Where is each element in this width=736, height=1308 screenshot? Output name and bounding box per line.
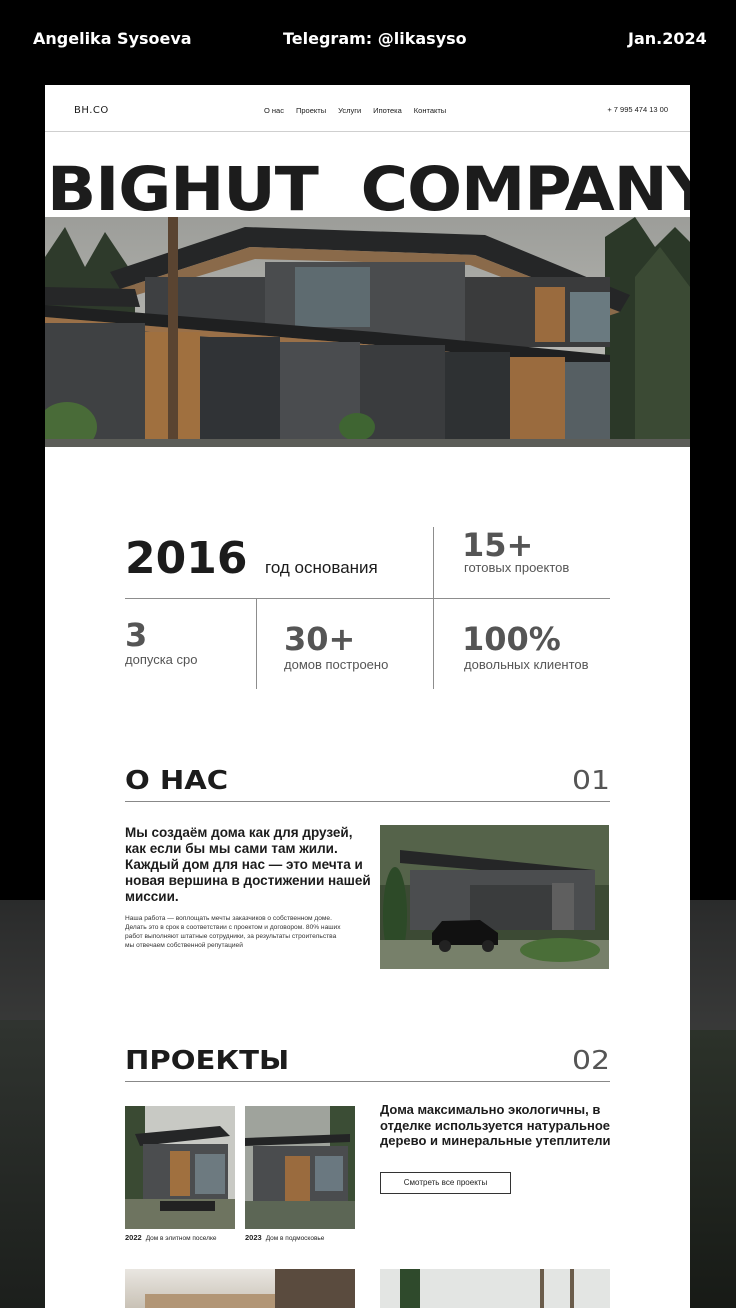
project-year-2: 2023 bbox=[245, 1233, 262, 1242]
website-page: BH.CO О нас Проекты Услуги Ипотека Конта… bbox=[45, 85, 690, 1308]
about-body-text: Наша работа — воплощать мечты заказчиков… bbox=[125, 915, 341, 949]
project-name-1: Дом в элитном поселке bbox=[145, 1235, 217, 1242]
project-year-1: 2022 bbox=[125, 1233, 142, 1242]
stat-value-sro: 3 bbox=[125, 616, 148, 654]
date-label: Jan.2024 bbox=[628, 29, 707, 48]
project-name-2: Дом в подмосковье bbox=[265, 1235, 325, 1242]
site-navbar: BH.CO О нас Проекты Услуги Ипотека Конта… bbox=[45, 85, 690, 132]
stat-value-clients: 100% bbox=[462, 620, 561, 658]
hero-house-image bbox=[45, 217, 690, 447]
view-all-projects-button[interactable]: Смотреть все проекты bbox=[380, 1172, 511, 1194]
nav-menu: О нас Проекты Услуги Ипотека Контакты bbox=[264, 106, 446, 115]
site-logo[interactable]: BH.CO bbox=[74, 105, 109, 116]
nav-item-contacts[interactable]: Контакты bbox=[414, 106, 446, 115]
about-lead-text: Мы создаём дома как для друзей, как если… bbox=[125, 825, 371, 904]
project-caption-1: 2022 Дом в элитном поселке bbox=[125, 1233, 216, 1242]
nav-item-projects[interactable]: Проекты bbox=[296, 106, 326, 115]
stat-value-founded: 2016 bbox=[125, 533, 248, 584]
projects-header: ПРОЕКТЫ 02 bbox=[125, 1042, 610, 1082]
stat-label-houses: домов построено bbox=[284, 657, 389, 672]
about-house-image bbox=[380, 825, 609, 969]
about-title: О НАС bbox=[125, 766, 229, 796]
projects-description: Дома максимально экологичны, в отделке и… bbox=[380, 1102, 611, 1148]
projects-title: ПРОЕКТЫ bbox=[125, 1046, 290, 1076]
project-image-2[interactable] bbox=[245, 1106, 355, 1229]
phone-number[interactable]: + 7 995 474 13 00 bbox=[607, 105, 668, 114]
project-image-1[interactable] bbox=[125, 1106, 235, 1229]
about-header: О НАС 01 bbox=[125, 762, 610, 802]
stats-block: 2016 год основания 15+ готовых проектов … bbox=[125, 527, 610, 689]
stat-label-founded: год основания bbox=[265, 558, 378, 577]
nav-item-mortgage[interactable]: Ипотека bbox=[373, 106, 402, 115]
project-caption-2: 2023 Дом в подмосковье bbox=[245, 1233, 324, 1242]
author-bar: Angelika Sysoeva Telegram: @likasyso Jan… bbox=[0, 0, 736, 78]
stat-label-clients: довольных клиентов bbox=[464, 657, 589, 672]
stat-value-houses: 30+ bbox=[284, 620, 356, 658]
project-image-4[interactable] bbox=[380, 1269, 610, 1308]
about-number: 01 bbox=[571, 766, 610, 796]
stat-label-projects: готовых проектов bbox=[464, 560, 570, 575]
hero-title: BIGHUT COMPANY bbox=[47, 154, 690, 225]
stat-value-projects: 15+ bbox=[462, 526, 534, 564]
nav-item-about[interactable]: О нас bbox=[264, 106, 284, 115]
author-name: Angelika Sysoeva bbox=[33, 29, 192, 48]
nav-item-services[interactable]: Услуги bbox=[338, 106, 361, 115]
stat-label-sro: допуска сро bbox=[125, 652, 198, 667]
project-image-3[interactable] bbox=[125, 1269, 355, 1308]
telegram-handle[interactable]: Telegram: @likasyso bbox=[283, 29, 467, 48]
projects-number: 02 bbox=[571, 1046, 610, 1076]
